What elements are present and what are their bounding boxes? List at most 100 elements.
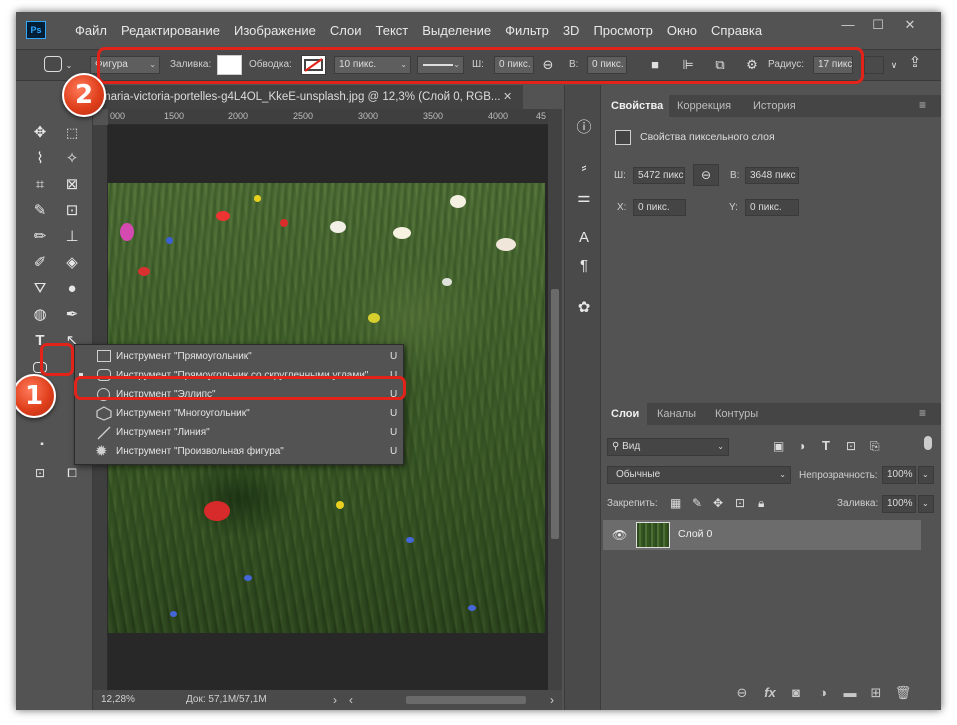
add-mask-icon[interactable]: ◙ xyxy=(787,684,805,702)
horizontal-ruler: 000 1500 2000 2500 3000 3500 4000 45 xyxy=(108,109,548,125)
eye-icon[interactable]: 👁︎ xyxy=(612,528,627,542)
layer-name[interactable]: Слой 0 xyxy=(678,528,712,540)
flower xyxy=(450,195,466,208)
layer-width-input[interactable]: 5472 пикс xyxy=(633,167,685,184)
link-layers-icon[interactable]: ⊖ xyxy=(733,684,751,702)
blur-tool-icon[interactable]: ● xyxy=(60,278,84,300)
tab-layers[interactable]: Слои xyxy=(603,403,648,425)
fill-input[interactable]: 100% xyxy=(882,495,916,513)
tab-adjustments[interactable]: Коррекция xyxy=(669,95,740,117)
lock-artboard-icon[interactable]: ⊡ xyxy=(735,496,745,510)
photoshop-window: Ps Файл Редактирование Изображение Слои … xyxy=(16,12,941,710)
link-icon[interactable]: ⊖ xyxy=(693,164,719,186)
flyout-item-rectangle[interactable]: Инструмент "Прямоугольник" U xyxy=(75,347,403,366)
filter-shape-icon[interactable]: ⊡ xyxy=(846,439,856,453)
menu-edit[interactable]: Редактирование xyxy=(114,23,227,38)
paint-bucket-icon[interactable]: ⛛ xyxy=(28,278,52,300)
tab-properties[interactable]: Свойства xyxy=(603,95,672,117)
lock-pixels-icon[interactable]: ✎ xyxy=(692,496,702,510)
flower xyxy=(280,219,288,227)
horizontal-scrollbar-thumb[interactable] xyxy=(406,696,526,704)
panel-menu-icon[interactable]: ≡ xyxy=(919,406,926,420)
crop-tool-icon[interactable]: ⌗ xyxy=(28,174,52,196)
eyedropper-icon[interactable]: ✎ xyxy=(28,200,52,222)
marquee-tool-icon[interactable]: ⬚ xyxy=(60,122,84,144)
menu-3d[interactable]: 3D xyxy=(556,23,587,38)
tab-history[interactable]: История xyxy=(745,95,804,117)
default-colors-icon[interactable]: ▪ xyxy=(30,434,54,456)
chevron-down-icon[interactable]: ⌄ xyxy=(64,57,74,75)
screen-mode-icon[interactable]: ⧠ xyxy=(60,462,84,484)
flyout-item-polygon[interactable]: Инструмент "Многоугольник" U xyxy=(75,404,403,423)
blend-mode-select[interactable]: Обычные ⌄ xyxy=(607,466,791,484)
menu-image[interactable]: Изображение xyxy=(227,23,323,38)
close-button[interactable]: ✕ xyxy=(900,18,920,32)
filter-toggle[interactable] xyxy=(924,436,932,450)
layer-x-input[interactable]: 0 пикс. xyxy=(633,199,686,216)
fx-icon[interactable]: fx xyxy=(761,684,779,702)
document-tab[interactable]: maria-victoria-portelles-g4L4OL_KkeE-uns… xyxy=(93,85,523,109)
lock-icon[interactable]: 🔒︎ xyxy=(758,496,764,511)
chevron-down-icon[interactable]: ⌄ xyxy=(918,495,934,513)
flyout-item-custom-shape[interactable]: ✹ Инструмент "Произвольная фигура" U xyxy=(75,442,403,461)
paragraph-icon[interactable]: ¶ xyxy=(573,255,595,277)
magic-wand-icon[interactable]: ✧ xyxy=(60,148,84,170)
history-brush-icon[interactable]: ✐ xyxy=(28,252,52,274)
menu-layers[interactable]: Слои xyxy=(323,23,369,38)
menu-text[interactable]: Текст xyxy=(369,23,416,38)
menu-help[interactable]: Справка xyxy=(704,23,769,38)
flyout-item-line[interactable]: Инструмент "Линия" U xyxy=(75,423,403,442)
close-icon[interactable]: ✕ xyxy=(503,85,519,109)
share-icon[interactable]: ⇪ xyxy=(905,54,925,72)
maximize-button[interactable]: ☐ xyxy=(868,18,888,32)
menu-window[interactable]: Окно xyxy=(660,23,704,38)
chevron-right-icon[interactable]: › xyxy=(333,690,337,710)
menu-select[interactable]: Выделение xyxy=(415,23,498,38)
menu-filter[interactable]: Фильтр xyxy=(498,23,556,38)
tool-preset-icon[interactable] xyxy=(44,56,62,72)
adjustments-brush-icon[interactable]: ⸗ xyxy=(573,157,595,179)
scrollbar-thumb[interactable] xyxy=(551,289,559,539)
lock-transparent-icon[interactable]: ▦ xyxy=(670,496,681,510)
healing-brush-icon[interactable]: ⊡ xyxy=(60,200,84,222)
palette-icon[interactable]: ✿ xyxy=(573,297,595,319)
chevron-down-icon[interactable]: ∨ xyxy=(887,56,901,74)
quick-mask-icon[interactable]: ⊡ xyxy=(28,462,52,484)
adjustment-layer-icon[interactable]: ◑ xyxy=(814,684,832,702)
layer-height-input[interactable]: 3648 пикс xyxy=(745,167,799,184)
lasso-tool-icon[interactable]: ⌇ xyxy=(28,148,52,170)
tab-paths[interactable]: Контуры xyxy=(707,403,767,425)
menu-file[interactable]: Файл xyxy=(68,23,114,38)
filter-type-icon[interactable]: T xyxy=(822,438,830,453)
chevron-down-icon[interactable]: ⌄ xyxy=(918,466,934,484)
menu-view[interactable]: Просмотр xyxy=(586,23,659,38)
lock-position-icon[interactable]: ✥ xyxy=(713,496,723,510)
character-icon[interactable]: A xyxy=(573,227,595,249)
eraser-icon[interactable]: ◈ xyxy=(60,252,84,274)
filter-pixel-icon[interactable]: ▣ xyxy=(773,439,784,453)
new-layer-icon[interactable]: ⊞ xyxy=(867,684,885,702)
tab-channels[interactable]: Каналы xyxy=(649,403,705,425)
dodge-tool-icon[interactable]: ◍ xyxy=(28,304,52,326)
minimize-button[interactable]: — xyxy=(838,18,858,32)
sliders-icon[interactable]: ⚌ xyxy=(573,187,595,209)
zoom-level[interactable]: 12,28% xyxy=(101,690,135,710)
info-icon[interactable]: ⓘ xyxy=(573,117,595,139)
scroll-left-icon[interactable]: ‹ xyxy=(349,690,353,710)
pen-tool-icon[interactable]: ✒ xyxy=(60,304,84,326)
filter-adjustment-icon[interactable]: ◑ xyxy=(798,439,805,453)
opacity-input[interactable]: 100% xyxy=(882,466,916,484)
scroll-right-icon[interactable]: › xyxy=(550,690,554,710)
layer-y-input[interactable]: 0 пикс. xyxy=(745,199,799,216)
align-edges-checkbox[interactable] xyxy=(864,56,884,74)
move-tool-icon[interactable]: ✥ xyxy=(28,122,52,144)
stamp-tool-icon[interactable]: ⊥ xyxy=(60,226,84,248)
trash-icon[interactable]: 🗑︎ xyxy=(894,684,912,702)
layer-filter-select[interactable]: ⚲ Вид ⌄ xyxy=(607,438,729,456)
shortcut-key: U xyxy=(390,427,398,438)
folder-icon[interactable]: ▬ xyxy=(841,684,859,702)
panel-menu-icon[interactable]: ≡ xyxy=(919,98,926,112)
brush-tool-icon[interactable]: ✏ xyxy=(28,226,52,248)
filter-smart-object-icon[interactable]: ⎘ xyxy=(870,439,880,454)
frame-tool-icon[interactable]: ⊠ xyxy=(60,174,84,196)
